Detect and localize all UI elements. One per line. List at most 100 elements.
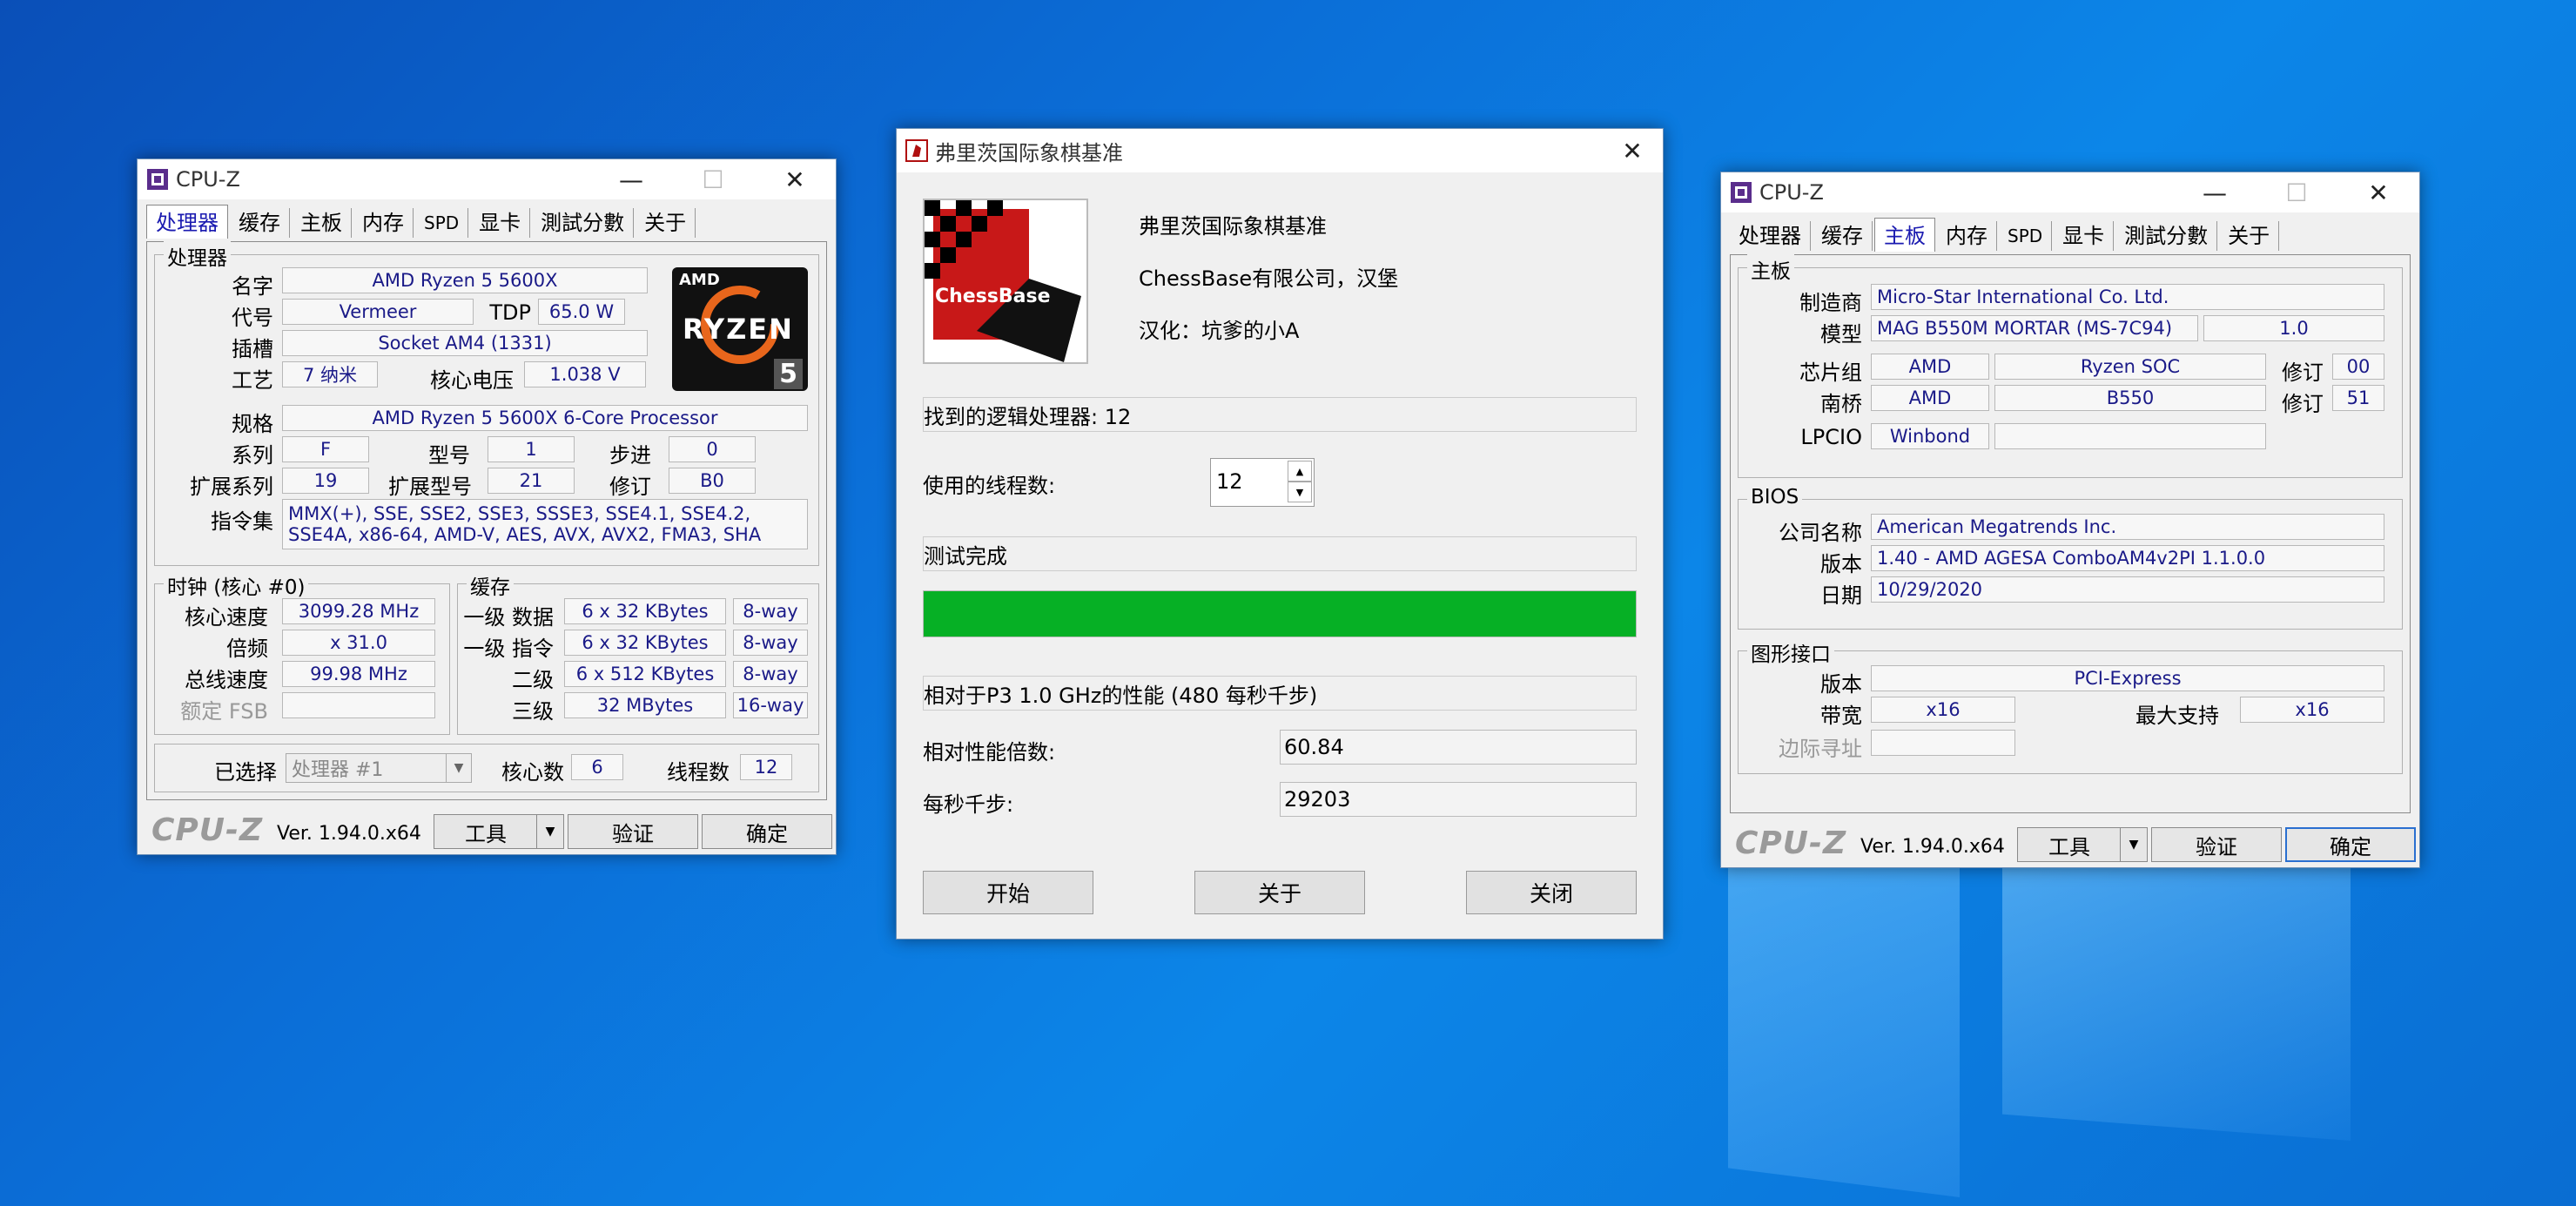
threads-spinner-value[interactable]: 12: [1216, 469, 1243, 494]
ok-button[interactable]: 确定: [702, 814, 832, 849]
validate-button[interactable]: 验证: [568, 814, 698, 849]
bios-brand-value: American Megatrends Inc.: [1871, 514, 2384, 540]
group-title: 图形接口: [1747, 637, 1834, 667]
tab-panel: 处理器 名字 AMD Ryzen 5 5600X 代号 Vermeer TDP …: [146, 241, 827, 800]
status-text: 测试完成: [923, 536, 1637, 571]
l1-data-way: 8-way: [733, 598, 808, 624]
tab-mainboard[interactable]: 主板: [1874, 218, 1935, 252]
about-button[interactable]: 关于: [1194, 871, 1365, 914]
cpuz-brand-logo: CPU-Z: [151, 812, 264, 848]
tab-mainboard[interactable]: 主板: [292, 208, 352, 238]
l3-way: 16-way: [733, 692, 808, 718]
validate-button[interactable]: 验证: [2151, 827, 2282, 862]
rated-fsb-value: [282, 692, 435, 718]
voltage-label: 核心电压: [430, 368, 514, 393]
tab-bar: 处理器 缓存 主板 内存 SPD 显卡 測試分數 关于: [146, 205, 697, 239]
minimize-icon[interactable]: —: [590, 159, 672, 199]
tab-about[interactable]: 关于: [2219, 221, 2280, 251]
tab-memory[interactable]: 内存: [353, 208, 414, 238]
ok-button[interactable]: 确定: [2285, 827, 2416, 862]
close-icon[interactable]: ✕: [2337, 172, 2419, 212]
tools-button[interactable]: 工具 ▼: [2017, 827, 2148, 862]
title-bar[interactable]: CPU-Z — ☐ ✕: [138, 159, 836, 199]
title-bar[interactable]: 弗里茨国际象棋基准 ✕: [897, 129, 1663, 172]
chipset-revision-value: 00: [2332, 354, 2384, 380]
rated-fsb-label: 额定 FSB: [180, 699, 268, 724]
ext-model-value: 21: [488, 468, 575, 494]
instructions-label: 指令集: [211, 509, 273, 534]
tools-button[interactable]: 工具 ▼: [434, 814, 564, 849]
core-speed-label: 核心速度: [185, 605, 268, 630]
cache-group: 缓存 一级 数据 6 x 32 KBytes 8-way 一级 指令 6 x 3…: [457, 570, 819, 735]
tab-processor[interactable]: 处理器: [146, 205, 228, 239]
tab-graphics[interactable]: 显卡: [470, 208, 531, 238]
l1-data-label: 一级 数据: [463, 605, 554, 630]
tab-spd[interactable]: SPD: [1999, 221, 2053, 251]
bios-version-value: 1.40 - AMD AGESA ComboAM4v2PI 1.1.0.0: [1871, 545, 2384, 571]
group-title: BIOS: [1747, 486, 1803, 509]
southbridge-revision-label: 修订: [2282, 392, 2324, 416]
bios-version-label: 版本: [1820, 552, 1862, 576]
tab-bench[interactable]: 測試分數: [532, 208, 635, 238]
window-title: CPU-Z: [176, 167, 240, 192]
localized-by-text: 汉化：坑爹的小A: [1139, 319, 1300, 343]
close-button[interactable]: 关闭: [1466, 871, 1637, 914]
socket-value: Socket AM4 (1331): [282, 330, 648, 356]
chessbase-logo-text: ChessBase: [935, 286, 1051, 307]
start-button[interactable]: 开始: [923, 871, 1093, 914]
cpuz-app-icon: [1731, 182, 1752, 203]
maximize-icon[interactable]: ☐: [2256, 172, 2337, 212]
chevron-down-icon[interactable]: ▼: [2120, 828, 2147, 861]
stepping-value: 0: [669, 436, 756, 462]
l1-inst-label: 一级 指令: [463, 637, 554, 661]
clocks-group: 时钟 (核心 #0) 核心速度 3099.28 MHz 倍频 x 31.0 总线…: [154, 570, 450, 735]
tab-memory[interactable]: 内存: [1937, 221, 1997, 251]
tab-processor[interactable]: 处理器: [1730, 221, 1811, 251]
tab-graphics[interactable]: 显卡: [2054, 221, 2115, 251]
multiplier-label: 倍频: [226, 637, 268, 661]
technology-value: 7 纳米: [282, 361, 378, 387]
chess-app-icon: [905, 139, 928, 162]
minimize-icon[interactable]: —: [2174, 172, 2256, 212]
ryzen-logo-text: RYZEN: [683, 313, 794, 346]
specification-value: AMD Ryzen 5 5600X 6-Core Processor: [282, 405, 808, 431]
cores-value: 6: [571, 754, 623, 780]
tab-caches[interactable]: 缓存: [1813, 221, 1873, 251]
tab-caches[interactable]: 缓存: [230, 208, 290, 238]
bios-date-value: 10/29/2020: [1871, 576, 2384, 603]
tab-bar: 处理器 缓存 主板 内存 SPD 显卡 測試分數 关于: [1730, 218, 2281, 252]
close-icon[interactable]: ✕: [754, 159, 836, 199]
chevron-down-icon[interactable]: ▼: [446, 754, 471, 782]
threads-spinner[interactable]: 12 ▲ ▼: [1210, 458, 1315, 507]
cpuz-brand-logo: CPU-Z: [1735, 825, 1847, 861]
title-bar[interactable]: CPU-Z — ☐ ✕: [1721, 172, 2419, 212]
chessbase-logo-graphic: [925, 200, 1081, 362]
family-value: F: [282, 436, 369, 462]
tab-bench[interactable]: 測試分數: [2115, 221, 2218, 251]
selection-row: 已选择 处理器 #1 ▼ 核心数 6 线程数 12: [154, 744, 819, 792]
window-title: 弗里茨国际象棋基准: [935, 140, 1123, 165]
ext-model-label: 扩展型号: [388, 475, 472, 499]
chevron-down-icon[interactable]: ▼: [536, 815, 563, 848]
knps-value: 29203: [1280, 782, 1637, 817]
stepping-label: 步进: [609, 443, 651, 468]
tab-about[interactable]: 关于: [636, 208, 696, 238]
spinner-up-icon[interactable]: ▲: [1288, 461, 1312, 482]
family-label: 系列: [232, 443, 273, 468]
lpcio-value: [1994, 423, 2266, 449]
lpcio-label: LPCIO: [1800, 425, 1862, 449]
spinner-down-icon[interactable]: ▼: [1288, 482, 1312, 502]
model-label: 型号: [428, 443, 470, 468]
group-title: 主板: [1747, 254, 1794, 284]
gfx-version-value: PCI-Express: [1871, 665, 2384, 691]
chipset-label: 芯片组: [1799, 360, 1862, 385]
name-value: AMD Ryzen 5 5600X: [282, 267, 648, 293]
close-icon[interactable]: ✕: [1602, 129, 1663, 172]
maximize-icon[interactable]: ☐: [672, 159, 754, 199]
model-revision-value: 1.0: [2203, 315, 2384, 341]
chipset-vendor: AMD: [1871, 354, 1989, 380]
tab-spd[interactable]: SPD: [415, 208, 469, 238]
ext-family-value: 19: [282, 468, 369, 494]
tools-button-label: 工具: [2048, 834, 2090, 859]
processor-select[interactable]: 处理器 #1 ▼: [286, 753, 472, 783]
